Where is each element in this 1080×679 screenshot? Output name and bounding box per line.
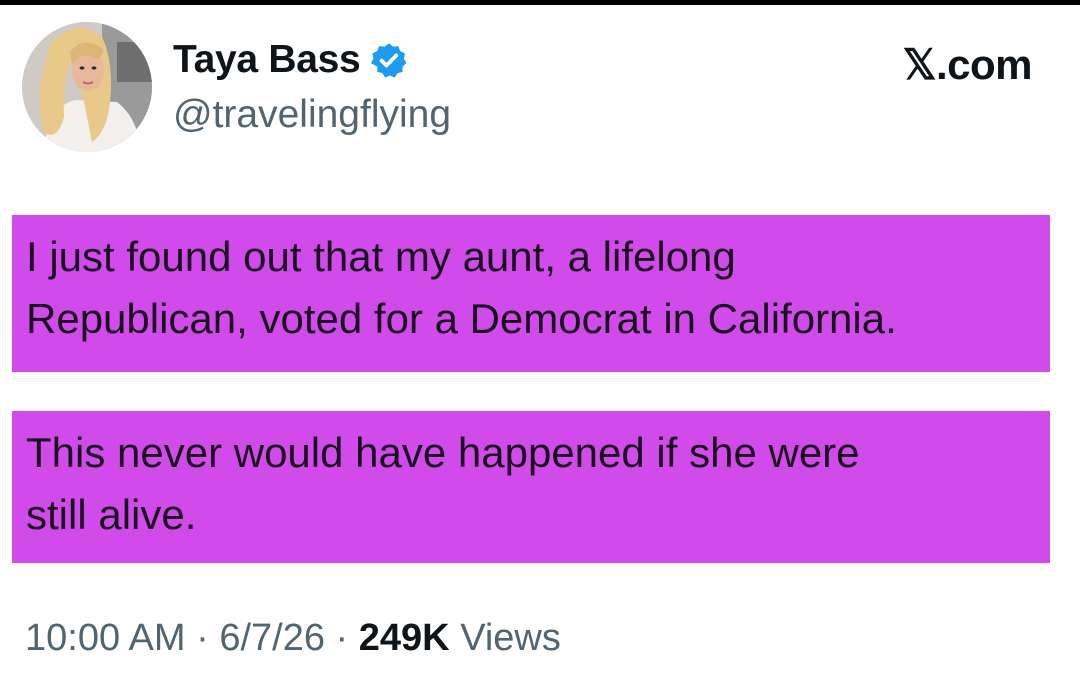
views-count[interactable]: 249K xyxy=(359,617,450,659)
author-handle[interactable]: @travelingflying xyxy=(173,93,451,137)
tweet-paragraph-2: This never would have happened if she we… xyxy=(12,411,1050,563)
tweet-paragraph-1: I just found out that my aunt, a lifelon… xyxy=(12,215,1050,372)
avatar-image xyxy=(22,22,152,152)
tweet-line: Republican, voted for a Democrat in Cali… xyxy=(26,295,897,342)
meta-separator: · xyxy=(325,617,359,659)
tweet-line: I just found out that my aunt, a lifelon… xyxy=(26,233,736,280)
tweet-date[interactable]: 6/7/26 xyxy=(219,617,325,659)
tweet-meta: 10:00 AM · 6/7/26 · 249K Views xyxy=(25,617,561,660)
tweet-line: This never would have happened if she we… xyxy=(26,429,860,476)
tweet-line: still alive. xyxy=(26,491,197,538)
verified-badge-icon xyxy=(371,43,407,78)
meta-separator: · xyxy=(185,617,220,659)
author-name-row: Taya Bass xyxy=(173,38,408,82)
brand-watermark: 𝕏.com xyxy=(902,41,1033,88)
views-label: Views xyxy=(460,617,561,659)
top-border xyxy=(0,0,1080,5)
avatar[interactable] xyxy=(22,22,152,152)
tweet-time[interactable]: 10:00 AM xyxy=(25,617,186,659)
display-name[interactable]: Taya Bass xyxy=(173,38,361,82)
